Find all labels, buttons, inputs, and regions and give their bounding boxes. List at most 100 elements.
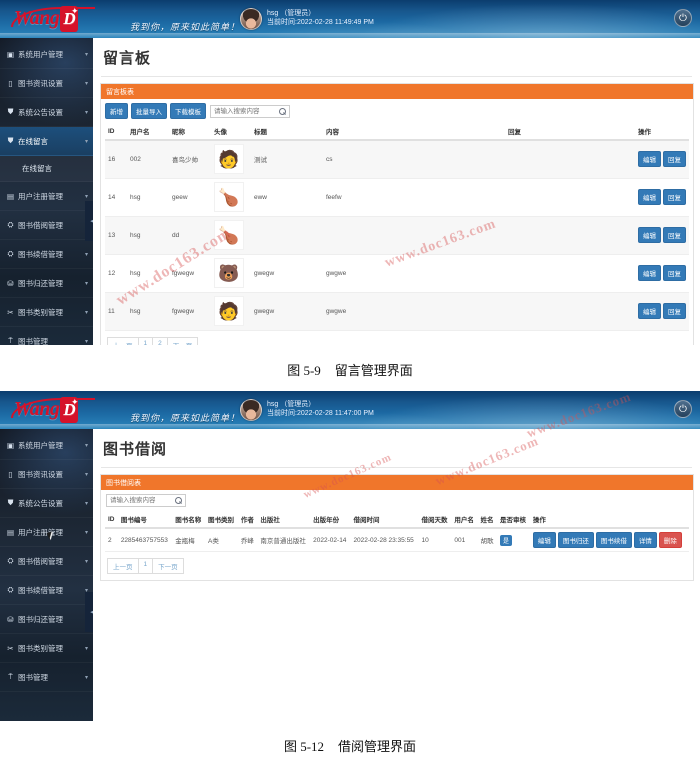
sidebar-item-books[interactable]: ⍑ 图书管理 ▾: [0, 663, 93, 692]
chevron-down-icon: ▾: [84, 471, 88, 478]
cell-nickname: fgwegw: [169, 254, 211, 293]
edit-button[interactable]: 编辑: [532, 532, 556, 548]
reply-button[interactable]: 回复: [663, 303, 686, 319]
sidebar-item-return[interactable]: ⛁ 图书归还管理 ▾: [0, 605, 93, 634]
sidebar-subitem-label: 在线留言: [22, 164, 52, 173]
reply-button[interactable]: 回复: [663, 151, 686, 168]
sidebar-item-borrow[interactable]: ⛭ 图书借阅管理 ▾: [0, 547, 93, 576]
col-publisher: 出版社: [257, 511, 311, 529]
brand-logo[interactable]: ✦ Wang D: [8, 396, 96, 424]
avatar-thumbnail: 🐻: [214, 258, 244, 288]
search-icon[interactable]: [279, 107, 286, 115]
page-2-button[interactable]: 2: [152, 336, 167, 345]
add-button[interactable]: 新增: [105, 103, 128, 119]
figure2-caption: 图 5-12 借阅管理界面: [0, 721, 700, 767]
search-input[interactable]: [211, 105, 289, 117]
panel-title: 留言板表: [101, 84, 693, 99]
sidebar-subitem-online-message[interactable]: 在线留言: [0, 156, 93, 182]
filter-icon: ⍑: [8, 336, 13, 345]
page-1-button[interactable]: 1: [137, 336, 153, 345]
col-publish-year: 出版年份: [310, 511, 351, 529]
user-info[interactable]: hsg （管理员） 当前时间:2022-02-28 11:47:00 PM: [240, 399, 374, 421]
search-box[interactable]: [210, 104, 290, 118]
return-book-button[interactable]: 图书归还: [557, 532, 594, 548]
batch-import-button[interactable]: 批量导入: [131, 103, 167, 119]
edit-button[interactable]: 编辑: [638, 227, 661, 243]
table-row[interactable]: 16 002 喜鸟少帅 🧑 测试 cs 编辑 回复: [105, 140, 689, 179]
edit-button[interactable]: 编辑: [638, 265, 661, 281]
cell-id: 13: [105, 216, 127, 255]
sidebar-collapse-toggle[interactable]: ◂: [85, 201, 93, 241]
sidebar-item-renew[interactable]: ⛭ 图书续借管理 ▾: [0, 240, 93, 269]
sidebar-item-book-news[interactable]: ▯ 图书资讯设置 ▾: [0, 460, 93, 489]
sidebar-item-label: 图书管理: [18, 672, 48, 682]
wrench-icon: ✂: [7, 307, 14, 317]
cell-username: hsg: [127, 292, 169, 331]
sidebar-item-label: 图书类别管理: [18, 643, 63, 653]
chevron-down-icon: ▾: [84, 645, 88, 652]
download-template-button[interactable]: 下载模板: [170, 103, 206, 119]
delete-button[interactable]: 删除: [658, 532, 682, 548]
sidebar-item-books[interactable]: ⍑ 图书管理 ▾: [0, 327, 93, 345]
edit-button[interactable]: 编辑: [638, 189, 661, 205]
table-header-row: ID 用户名 昵称 头像 标题 内容 回复 操作: [105, 123, 689, 141]
power-icon[interactable]: ⏻: [674, 400, 692, 418]
search-input[interactable]: [107, 495, 185, 506]
sidebar-item-announcements[interactable]: ⛊ 系统公告设置 ▾: [0, 98, 93, 127]
reply-button[interactable]: 回复: [663, 265, 686, 281]
sidebar-item-online-message[interactable]: ⛊ 在线留言 ▾: [0, 127, 93, 156]
sidebar-item-system-users[interactable]: ▣ 系统用户管理 ▾: [0, 431, 93, 460]
chevron-down-icon: ▾: [84, 500, 88, 507]
sidebar-item-category[interactable]: ✂ 图书类别管理 ▾: [0, 634, 93, 663]
user-info[interactable]: hsg （管理员） 当前时间:2022-02-28 11:49:49 PM: [240, 8, 374, 30]
col-audited: 是否审核: [497, 511, 530, 529]
table-row[interactable]: 12 hsg fgwegw 🐻 gwegw gwgwe 编辑 回复: [105, 254, 689, 293]
table-row[interactable]: 14 hsg geew 🍗 eww feefw 编辑 回复: [105, 178, 689, 217]
reply-button[interactable]: 回复: [663, 227, 686, 243]
sidebar-item-user-register[interactable]: ▤ 用户注册管理 ▾: [0, 182, 93, 211]
cell-book-type: A类: [205, 528, 238, 552]
logo-spark-icon: ✦: [71, 397, 79, 407]
status-badge: 是: [500, 534, 513, 546]
detail-button[interactable]: 详情: [633, 532, 657, 548]
cell-reply: [505, 292, 635, 331]
prev-page-button[interactable]: 上一页: [107, 336, 138, 345]
edit-button[interactable]: 编辑: [638, 151, 661, 168]
user-name: hsg （管理员）: [267, 10, 316, 18]
cell-title: eww: [251, 178, 323, 217]
cell-username: hsg: [127, 178, 169, 217]
power-icon[interactable]: ⏻: [674, 9, 692, 27]
table-row[interactable]: 11 hsg fgwegw 🧑 gwegw gwgwe 编辑 回复: [105, 292, 689, 331]
table-row[interactable]: 2 2285463757553 金瓶梅 A类 乔峰 南京普通出版社 2022-0…: [105, 528, 689, 552]
cell-nickname: dd: [169, 216, 211, 255]
page-1-button[interactable]: 1: [137, 558, 153, 574]
prev-page-button[interactable]: 上一页: [107, 558, 138, 574]
user-icon: ⛁: [7, 278, 14, 288]
edit-button[interactable]: 编辑: [638, 303, 661, 319]
panel-toolbar: [105, 494, 689, 507]
sidebar-item-system-users[interactable]: ▣ 系统用户管理 ▾: [0, 40, 93, 69]
cell-actions: 编辑 回复: [635, 178, 689, 217]
sidebar-item-return[interactable]: ⛁ 图书归还管理 ▾: [0, 269, 93, 298]
search-icon[interactable]: [175, 497, 182, 504]
table-row[interactable]: 13 hsg dd 🍗 编辑 回复: [105, 216, 689, 255]
sidebar-item-borrow[interactable]: ⛭ 图书借阅管理 ▾: [0, 211, 93, 240]
sidebar-item-renew[interactable]: ⛭ 图书续借管理 ▾: [0, 576, 93, 605]
sidebar-item-book-news[interactable]: ▯ 图书资讯设置 ▾: [0, 69, 93, 98]
cell-reply: [505, 178, 635, 217]
pagination: 上一页 1 2 下一页: [107, 336, 689, 345]
next-page-button[interactable]: 下一页: [166, 336, 199, 345]
reply-button[interactable]: 回复: [663, 189, 686, 205]
chevron-down-icon: ▾: [84, 51, 88, 58]
sidebar-item-announcements[interactable]: ⛊ 系统公告设置 ▾: [0, 489, 93, 518]
sidebar-collapse-toggle[interactable]: ◂: [85, 592, 93, 632]
renew-book-button[interactable]: 图书续借: [595, 532, 632, 548]
user-name: hsg （管理员）: [267, 401, 316, 409]
next-page-button[interactable]: 下一页: [152, 558, 184, 574]
sidebar-item-category[interactable]: ✂ 图书类别管理 ▾: [0, 298, 93, 327]
avatar-thumbnail: 🧑: [214, 144, 244, 175]
brand-logo[interactable]: ✦ Wang D: [8, 5, 96, 33]
col-nickname: 昵称: [169, 123, 211, 141]
share-icon: ⛭: [7, 249, 14, 258]
search-box[interactable]: [106, 494, 186, 507]
